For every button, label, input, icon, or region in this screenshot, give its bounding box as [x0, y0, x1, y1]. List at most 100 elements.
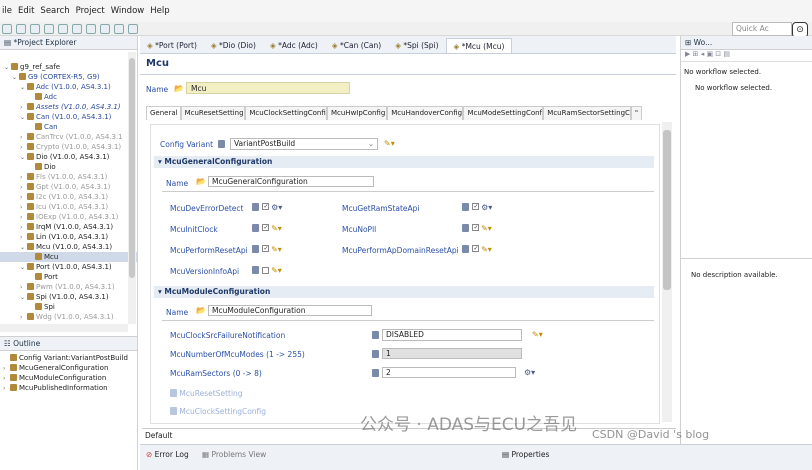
chevron-right-icon[interactable]: › — [20, 143, 27, 152]
tree-item[interactable]: › Fls (V1.0.0, AS4.3.1) — [0, 172, 137, 182]
tree-item[interactable]: › CanTrcv (V1.0.0, AS4.3.1 — [0, 132, 137, 142]
chevron-down-icon[interactable]: ⌄ — [20, 153, 27, 162]
subtab[interactable]: McuRamSectorSettingC — [543, 106, 631, 120]
module-name-field[interactable]: McuModuleConfiguration — [208, 305, 372, 316]
tree-item[interactable]: Dio — [0, 162, 137, 172]
chevron-right-icon[interactable]: › — [20, 203, 27, 212]
menu-item[interactable]: ile — [2, 6, 12, 16]
project-explorer-tab[interactable]: ▤ *Project Explorer — [0, 36, 137, 50]
edit-pencil-icon[interactable]: ✎▾ — [481, 245, 492, 254]
chevron-right-icon[interactable]: › — [20, 223, 27, 232]
chevron-right-icon[interactable]: › — [20, 283, 27, 292]
name-field[interactable]: Mcu — [186, 82, 350, 94]
chevron-right-icon[interactable]: › — [20, 193, 27, 202]
editor-tab[interactable]: ◈ *Dio (Dio) — [204, 38, 263, 53]
run-icon[interactable] — [58, 23, 68, 34]
param-checkbox[interactable] — [261, 224, 269, 231]
save-icon[interactable] — [16, 23, 26, 34]
chevron-down-icon[interactable]: ⌄ — [20, 83, 27, 92]
subtab[interactable]: McuClockSettingConfi — [245, 106, 327, 120]
editor-tab[interactable]: ◈ *Can (Can) — [325, 38, 388, 53]
tree-item[interactable]: ⌄ Dio (V1.0.0, AS4.3.1) — [0, 152, 137, 162]
tree-item[interactable]: › Crypto (V1.0.0, AS4.3.1) — [0, 142, 137, 152]
tree-item[interactable]: ⌄ Port (V1.0.0, AS4.3.1) — [0, 262, 137, 272]
editor-tab[interactable]: ◈ *Adc (Adc) — [263, 38, 325, 53]
settings-icon[interactable] — [30, 23, 40, 34]
explorer-hscroll[interactable] — [0, 324, 128, 332]
edit-pencil-icon[interactable]: ✎▾ — [532, 330, 543, 339]
editor-tab[interactable]: ◈ *Mcu (Mcu) — [445, 38, 513, 53]
back-icon[interactable] — [100, 23, 110, 34]
editor-tab[interactable]: ◈ *Spi (Spi) — [388, 38, 445, 53]
param-select[interactable]: DISABLED — [382, 329, 522, 341]
chevron-right-icon[interactable]: › — [20, 233, 27, 242]
explorer-vscroll-thumb[interactable] — [129, 58, 135, 278]
chevron-down-icon[interactable]: ⌄ — [20, 113, 27, 122]
subtab[interactable]: McuHwIpConfig — [326, 106, 388, 120]
tree-item[interactable]: › Icu (V1.0.0, AS4.3.1) — [0, 202, 137, 212]
chevron-right-icon[interactable]: › — [20, 213, 27, 222]
gear-icon[interactable]: ⚙▾ — [481, 203, 492, 212]
outline-item[interactable]: › McuPublishedInformation — [0, 383, 137, 393]
param-input[interactable]: 2 — [382, 367, 516, 378]
edit-pencil-icon[interactable]: ✎▾ — [271, 224, 282, 233]
subtab[interactable]: McuHandoverConfig — [387, 106, 464, 120]
tree-item[interactable]: ⌄ G9 (CORTEX-R5, G9) — [0, 72, 137, 82]
edit-pencil-icon[interactable]: ✎▾ — [271, 245, 282, 254]
tree-item[interactable]: ⌄ Mcu (V1.0.0, AS4.3.1) — [0, 242, 137, 252]
properties-tab[interactable]: ▤ Properties — [502, 450, 549, 459]
menu-item[interactable]: Edit — [18, 6, 34, 16]
chevron-right-icon[interactable]: › — [20, 183, 27, 192]
menu-item[interactable]: Window — [111, 6, 145, 16]
chevron-right-icon[interactable]: › — [3, 364, 10, 373]
config-variant-select[interactable]: VariantPostBuild ⌄ — [230, 138, 378, 150]
tree-item[interactable]: Spi — [0, 302, 137, 312]
outline-item[interactable]: Config Variant:VariantPostBuild — [0, 353, 137, 363]
workflow-tab[interactable]: ⊞ Wo... — [681, 36, 812, 50]
chevron-down-icon[interactable]: ⌄ — [20, 263, 27, 272]
param-checkbox[interactable] — [471, 224, 479, 231]
problems-view-tab[interactable]: ▦ Problems View — [202, 450, 266, 459]
error-log-tab[interactable]: ⊘ Error Log — [146, 450, 189, 459]
outline-item[interactable]: › McuGeneralConfiguration — [0, 363, 137, 373]
tree-item[interactable]: Port — [0, 272, 137, 282]
tree-item[interactable]: › Pwm (V1.0.0, AS4.3.1) — [0, 282, 137, 292]
tree-item[interactable]: ⌄ Spi (V1.0.0, AS4.3.1) — [0, 292, 137, 302]
general-name-field[interactable]: McuGeneralConfiguration — [208, 176, 374, 187]
edit-pencil-icon[interactable]: ✎▾ — [384, 139, 395, 148]
subtab[interactable]: " — [630, 106, 642, 120]
chevron-down-icon[interactable]: ⌄ — [20, 243, 27, 252]
tree-item[interactable]: ⌄ Can (V1.0.0, AS4.3.1) — [0, 112, 137, 122]
tree-item[interactable]: Adc — [0, 92, 137, 102]
chevron-down-icon[interactable]: ⌄ — [4, 63, 11, 72]
chevron-right-icon[interactable]: › — [3, 374, 10, 383]
editor-vscroll-thumb[interactable] — [663, 130, 671, 290]
chevron-right-icon[interactable]: › — [20, 103, 27, 112]
param-checkbox[interactable] — [471, 245, 479, 252]
tree-item[interactable]: › IrqM (V1.0.0, AS4.3.1) — [0, 222, 137, 232]
tree-item[interactable]: Can — [0, 122, 137, 132]
general-section-header[interactable]: ▾ McuGeneralConfiguration — [154, 156, 654, 168]
subtab[interactable]: General — [146, 106, 181, 120]
chevron-right-icon[interactable]: › — [20, 313, 27, 322]
chevron-right-icon[interactable]: › — [20, 133, 27, 142]
tree-item[interactable]: Mcu — [0, 252, 137, 262]
chevron-right-icon[interactable]: › — [20, 173, 27, 182]
edit-pencil-icon[interactable]: ✎▾ — [481, 224, 492, 233]
link-clock-setting[interactable]: McuClockSettingConfig — [170, 407, 266, 416]
tree-item[interactable]: › Gpt (V1.0.0, AS4.3.1) — [0, 182, 137, 192]
link-reset-setting[interactable]: McuResetSetting — [170, 389, 243, 398]
module-section-header[interactable]: ▾ McuModuleConfiguration — [154, 286, 654, 298]
tree-item[interactable]: › I2c (V1.0.0, AS4.3.1) — [0, 192, 137, 202]
new-icon[interactable] — [2, 23, 12, 34]
redo-icon[interactable] — [86, 23, 96, 34]
editor-tab[interactable]: ◈ *Port (Port) — [140, 38, 204, 53]
nav-icon[interactable] — [128, 23, 138, 34]
param-checkbox[interactable] — [261, 203, 269, 210]
param-checkbox[interactable] — [261, 267, 269, 274]
tree-item[interactable]: ⌄ g9_ref_safe — [0, 62, 137, 72]
param-checkbox[interactable] — [261, 245, 269, 252]
edit-pencil-icon[interactable]: ✎▾ — [271, 266, 282, 275]
forward-icon[interactable] — [114, 23, 124, 34]
quick-access-input[interactable]: Quick Ac — [732, 22, 792, 36]
